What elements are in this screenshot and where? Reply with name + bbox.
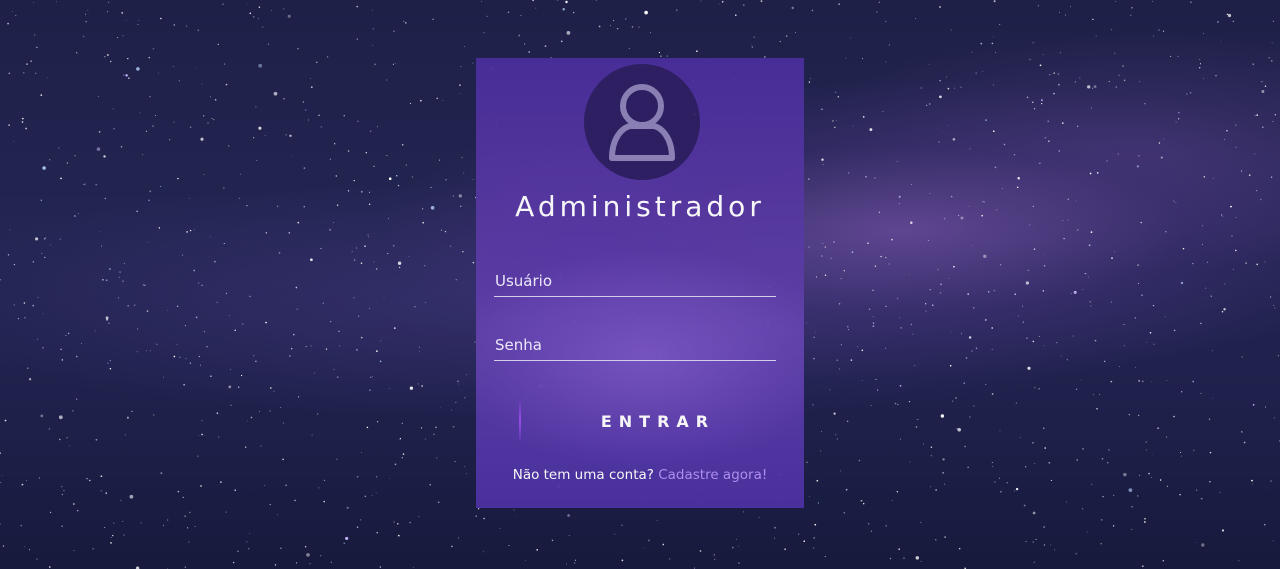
- login-button[interactable]: ENTRAR: [518, 402, 758, 440]
- user-icon: [609, 84, 675, 161]
- username-field-container: [494, 266, 776, 297]
- signup-link[interactable]: Cadastre agora!: [658, 467, 767, 483]
- username-input[interactable]: [494, 266, 776, 296]
- password-field-container: [494, 330, 776, 361]
- password-input[interactable]: [494, 330, 776, 360]
- page-title: Administrador: [515, 190, 765, 223]
- signup-prompt: Não tem uma conta?: [512, 467, 654, 483]
- avatar: [584, 64, 700, 180]
- signup-line: Não tem uma conta? Cadastre agora!: [476, 467, 804, 483]
- login-card: Administrador ENTRAR Não tem uma conta? …: [476, 58, 804, 508]
